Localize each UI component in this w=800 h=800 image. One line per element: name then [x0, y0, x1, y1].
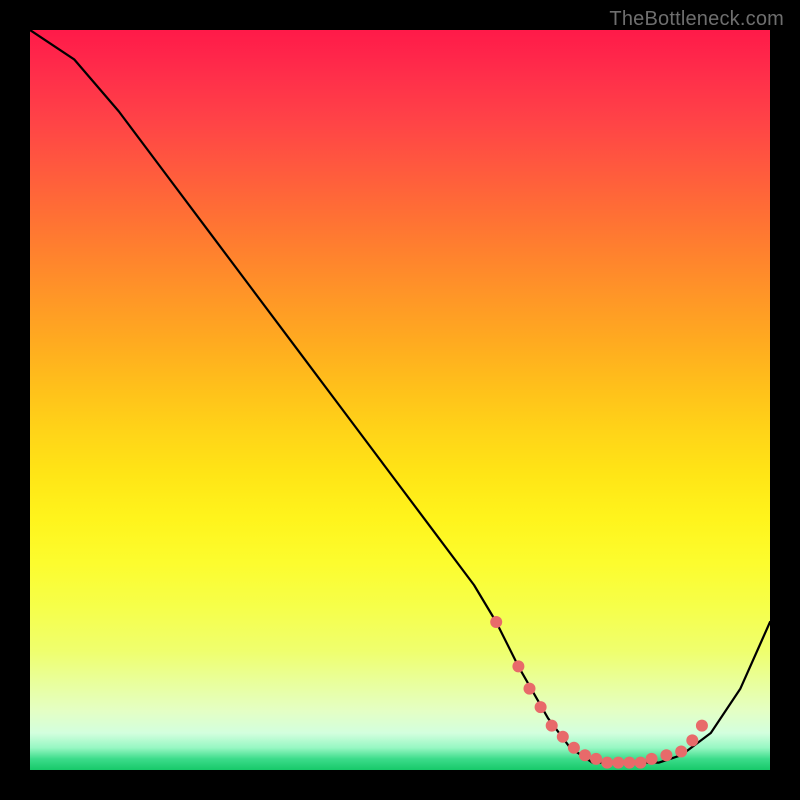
plot-area	[30, 30, 770, 770]
marker-dot	[601, 757, 613, 769]
marker-dot	[535, 701, 547, 713]
marker-dot	[646, 753, 658, 765]
chart-svg	[30, 30, 770, 770]
marker-dot	[524, 683, 536, 695]
marker-dot	[590, 753, 602, 765]
marker-dot	[557, 731, 569, 743]
marker-dot	[546, 720, 558, 732]
curve-line	[30, 30, 770, 763]
marker-dot	[490, 616, 502, 628]
marker-dot	[660, 749, 672, 761]
marker-dot	[579, 749, 591, 761]
marker-dot	[612, 757, 624, 769]
marker-dot	[675, 746, 687, 758]
marker-dot	[568, 742, 580, 754]
marker-group	[490, 616, 708, 769]
marker-dot	[512, 660, 524, 672]
marker-dot	[635, 757, 647, 769]
marker-dot	[696, 720, 708, 732]
watermark-text: TheBottleneck.com	[609, 8, 784, 31]
chart-frame: TheBottleneck.com	[0, 0, 800, 800]
marker-dot	[623, 757, 635, 769]
marker-dot	[686, 734, 698, 746]
